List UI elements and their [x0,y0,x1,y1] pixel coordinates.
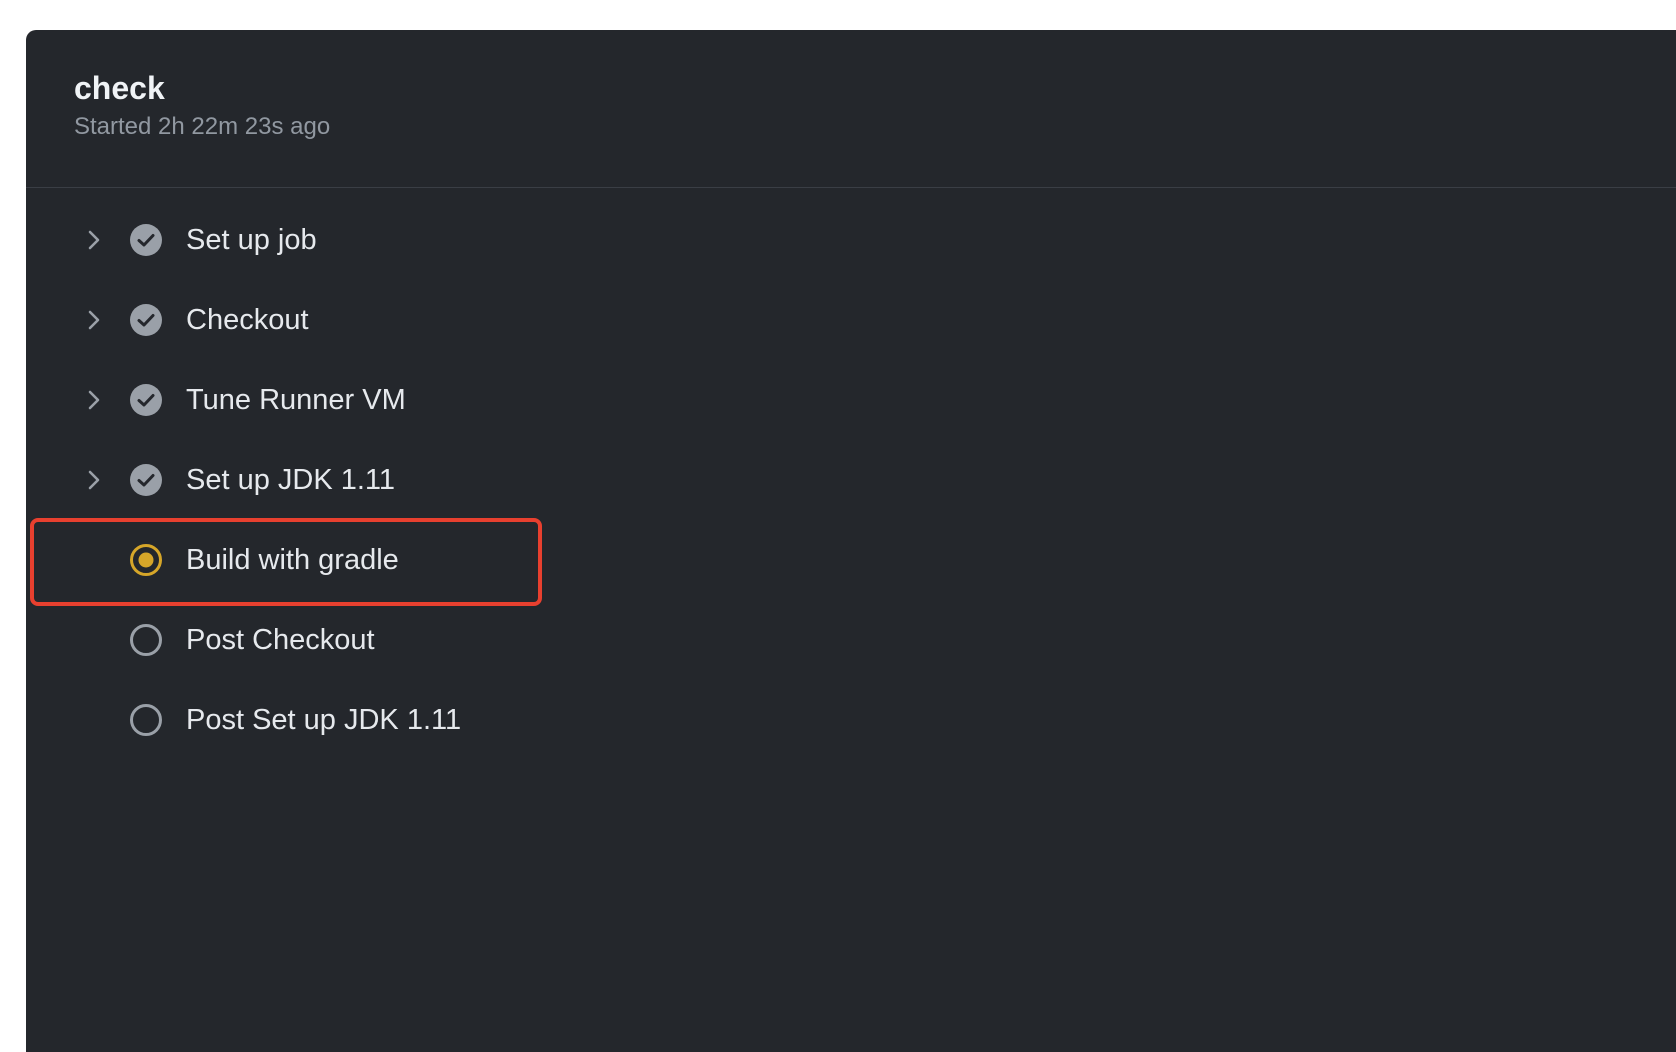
check-circle-icon [128,382,164,418]
chevron-right-icon[interactable] [78,384,110,416]
step-set-up-job[interactable]: Set up job [26,200,1626,280]
job-panel: check Started 2h 22m 23s ago Set up job … [26,30,1676,1052]
step-tune-runner-vm[interactable]: Tune Runner VM [26,360,1626,440]
step-label: Tune Runner VM [186,384,406,416]
step-build-with-gradle[interactable]: Build with gradle [26,518,1626,606]
chevron-right-icon[interactable] [78,304,110,336]
step-checkout[interactable]: Checkout [26,280,1626,360]
step-post-checkout[interactable]: Post Checkout [26,600,1626,680]
check-circle-icon [128,302,164,338]
in-progress-dot-icon [128,542,164,578]
check-circle-icon [128,462,164,498]
job-started-time: Started 2h 22m 23s ago [74,113,331,140]
empty-circle-icon [128,622,164,658]
step-label: Build with gradle [186,544,399,576]
step-label: Post Set up JDK 1.11 [186,704,462,736]
step-set-up-jdk[interactable]: Set up JDK 1.11 [26,440,1626,520]
step-label: Checkout [186,304,309,336]
step-label: Set up JDK 1.11 [186,464,396,496]
chevron-right-icon[interactable] [78,464,110,496]
step-label: Set up job [186,224,317,256]
job-header: check Started 2h 22m 23s ago [26,30,1676,188]
check-circle-icon [128,222,164,258]
chevron-right-icon[interactable] [78,224,110,256]
job-title: check [74,70,165,106]
step-post-set-up-jdk[interactable]: Post Set up JDK 1.11 [26,680,1626,760]
step-label: Post Checkout [186,624,375,656]
empty-circle-icon [128,702,164,738]
